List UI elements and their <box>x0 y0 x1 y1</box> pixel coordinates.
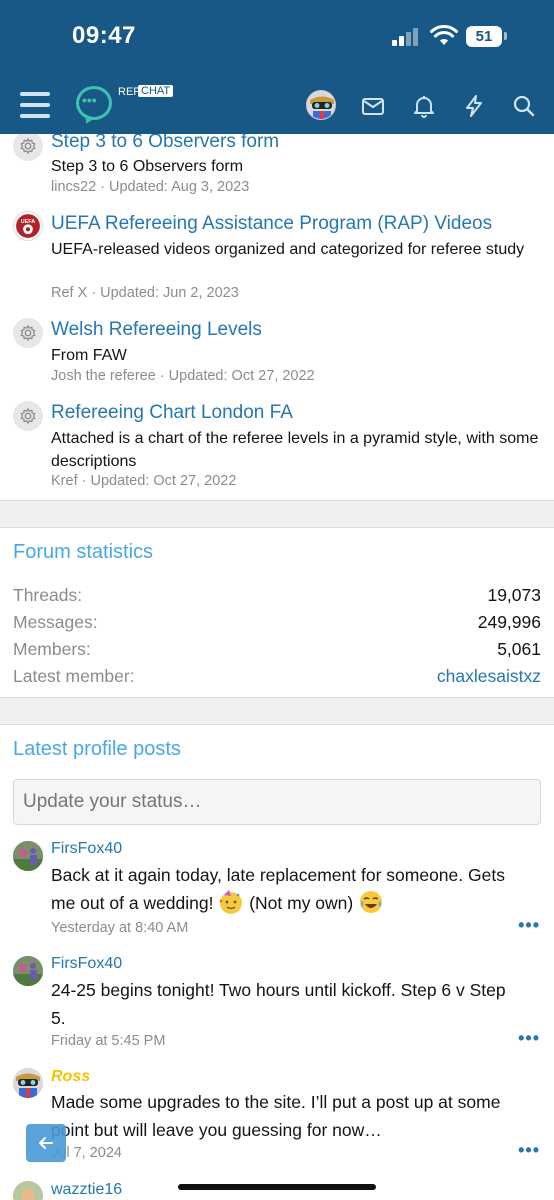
resource-description: UEFA-released videos organized and categ… <box>51 241 525 258</box>
avatar[interactable] <box>13 956 43 986</box>
lightning-bolt-icon[interactable] <box>461 93 487 119</box>
resource-title[interactable]: Step 3 to 6 Observers form <box>51 131 279 153</box>
post-author[interactable]: FirsFox40 <box>51 840 122 858</box>
resource-description: From FAW <box>51 347 127 364</box>
stat-label-threads: Threads: <box>13 585 83 605</box>
resource-title[interactable]: Welsh Refereeing Levels <box>51 319 262 341</box>
battery-indicator: 51 <box>466 26 502 47</box>
svg-text:UEFA: UEFA <box>21 219 36 225</box>
logo-ref-text: REF <box>118 86 140 98</box>
home-indicator[interactable] <box>178 1184 376 1190</box>
logo-chat-text: CHAT <box>138 85 174 97</box>
gear-icon <box>13 318 43 348</box>
tears-of-joy-emoji-icon <box>358 889 384 915</box>
post-author[interactable]: FirsFox40 <box>51 955 122 973</box>
mail-icon[interactable] <box>360 93 386 119</box>
status-bar-time: 09:47 <box>72 22 136 49</box>
stat-label-messages: Messages: <box>13 612 98 632</box>
post-more-menu[interactable]: ••• <box>518 915 540 936</box>
avatar[interactable] <box>13 1181 43 1200</box>
post-author[interactable]: Ross <box>51 1068 90 1086</box>
post-more-menu[interactable]: ••• <box>518 1140 540 1161</box>
avatar[interactable] <box>13 1068 43 1098</box>
forum-statistics-title[interactable]: Forum statistics <box>13 541 153 564</box>
post-text: Made some upgrades to the site. I’ll put… <box>51 1092 501 1140</box>
party-face-emoji-icon <box>218 889 244 915</box>
resource-meta: Kref · Updated: Oct 27, 2022 <box>51 473 237 489</box>
uefa-logo-icon: UEFA <box>13 211 43 241</box>
app-header: 09:47 51 ••• REF CHAT <box>0 0 554 134</box>
gear-icon <box>13 131 43 161</box>
section-divider <box>0 500 554 528</box>
logo-dots: ••• <box>82 92 97 108</box>
update-status-input[interactable] <box>13 779 541 825</box>
resource-description: Step 3 to 6 Observers form <box>51 158 244 175</box>
stat-value-threads: 19,073 <box>487 585 541 605</box>
arrow-left-icon <box>39 1137 53 1149</box>
resource-meta: lincs22 · Updated: Aug 3, 2023 <box>51 179 250 195</box>
post-timestamp[interactable]: Friday at 5:45 PM <box>51 1033 165 1049</box>
post-text: Back at it again today, late replacement… <box>51 861 511 917</box>
avatar-image <box>307 91 335 119</box>
battery-cap <box>504 32 507 40</box>
site-logo[interactable]: ••• REF CHAT <box>74 82 174 126</box>
stat-label-members: Members: <box>13 639 91 659</box>
wifi-icon <box>430 25 458 45</box>
latest-member-link[interactable]: chaxlesaistxz <box>437 666 541 687</box>
gear-icon <box>13 401 43 431</box>
stat-value-members: 5,061 <box>497 639 541 659</box>
menu-hamburger-icon[interactable] <box>20 92 50 118</box>
back-button[interactable] <box>26 1124 66 1162</box>
post-more-menu[interactable]: ••• <box>518 1028 540 1049</box>
post-author[interactable]: wazztie16 <box>51 1181 122 1199</box>
search-icon[interactable] <box>511 93 537 119</box>
resource-meta: Josh the referee · Updated: Oct 27, 2022 <box>51 368 315 384</box>
bell-icon[interactable] <box>411 93 437 119</box>
post-text-part: (Not my own) <box>244 893 359 913</box>
post-text: 24-25 begins tonight! Two hours until ki… <box>51 980 506 1028</box>
user-avatar[interactable] <box>306 90 336 120</box>
resource-title[interactable]: Refereeing Chart London FA <box>51 402 293 424</box>
resource-meta: Ref X · Updated: Jun 2, 2023 <box>51 285 239 301</box>
resource-description: Attached is a chart of the referee level… <box>51 430 539 470</box>
resource-title[interactable]: UEFA Refereeing Assistance Program (RAP)… <box>51 213 492 235</box>
stat-label-latest-member: Latest member: <box>13 666 135 686</box>
latest-profile-posts-title[interactable]: Latest profile posts <box>13 738 181 761</box>
post-timestamp[interactable]: Yesterday at 8:40 AM <box>51 920 188 936</box>
cellular-signal-icon <box>392 28 422 46</box>
stat-value-messages: 249,996 <box>477 612 541 632</box>
section-divider <box>0 697 554 725</box>
avatar[interactable] <box>13 841 43 871</box>
